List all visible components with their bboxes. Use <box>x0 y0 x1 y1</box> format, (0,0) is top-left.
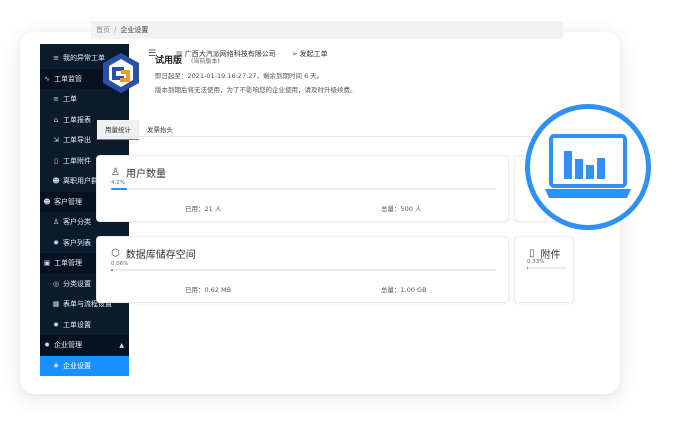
tab-divider <box>97 136 563 137</box>
send-ticket-label: 发起工单 <box>299 50 328 58</box>
users-icon: ☻ <box>52 177 60 186</box>
form-icon: ▦ <box>52 300 60 309</box>
user-count-progress <box>111 188 496 190</box>
breadcrumb-separator: / <box>114 26 117 34</box>
breadcrumb: 首页 / 企业设置 <box>91 21 563 39</box>
user-count-total: 总量：500 人 <box>381 205 422 213</box>
sidebar-label: 客户管理 <box>54 197 82 206</box>
sidebar-label: 工单设置 <box>63 320 91 329</box>
user-count-title: 用户数量 <box>125 169 166 180</box>
storage-title: 数据库储存空间 <box>125 250 196 261</box>
attachments-card: ▯ 附件 0.33% <box>514 236 574 303</box>
monitor-icon: ∿ <box>44 74 50 83</box>
company-logo <box>103 53 139 93</box>
category-icon: ◎ <box>52 279 60 288</box>
file-icon: ▯ <box>54 156 58 165</box>
storage-total: 总量：1.00 GB <box>381 286 427 294</box>
storage-progress <box>111 269 496 271</box>
cube-icon: ⬡ <box>111 248 120 259</box>
tab-bar: 用量统计 发票抬头 <box>97 120 181 140</box>
gear-icon: ✹ <box>44 341 50 350</box>
send-icon: ➢ <box>291 50 298 58</box>
user-count-percent: 4.2% <box>111 180 125 186</box>
sidebar-label: 工单导出 <box>63 136 91 145</box>
laptop-chart-icon <box>545 134 631 198</box>
list-icon: ≡ <box>53 54 59 63</box>
plan-title: 试用版 <box>155 56 183 66</box>
sidebar-label: 客户分类 <box>63 218 91 227</box>
list-icon: ≡ <box>53 95 59 104</box>
breadcrumb-home[interactable]: 首页 <box>96 25 110 35</box>
send-ticket-button[interactable]: ➢ 发起工单 <box>292 49 328 59</box>
chevron-up-icon: ▲ <box>119 341 124 349</box>
storage-header: ⬡ 数据库储存空间 <box>111 246 196 261</box>
user-icon: ♙ <box>52 218 60 227</box>
tab-invoice-title[interactable]: 发票抬头 <box>139 120 181 140</box>
sidebar-item-15[interactable]: ✹ 企业设置 <box>40 355 129 376</box>
breadcrumb-current: 企业设置 <box>120 26 149 34</box>
sidebar-label: 企业设置 <box>63 361 91 370</box>
user-icon: ♙ <box>111 167 120 178</box>
sidebar-label: 我的异常工单 <box>63 54 105 63</box>
sidebar-label: 离职用户群 <box>63 177 98 186</box>
gear-icon: ✹ <box>53 361 59 370</box>
storage-progress-fill <box>111 269 114 271</box>
sidebar-label: 工单管理 <box>54 259 82 268</box>
sidebar-label: 企业管理 <box>54 341 82 350</box>
user-count-progress-fill <box>111 188 128 190</box>
sidebar-label: 分类设置 <box>63 279 91 288</box>
gear-icon: ✹ <box>53 320 59 329</box>
gear-icon: ✹ <box>53 238 59 247</box>
sidebar-label: 工单报表 <box>63 115 91 124</box>
user-count-used: 已用：21 人 <box>185 205 222 213</box>
sidebar-label: 工单监管 <box>54 74 82 83</box>
user-count-header: ♙ 用户数量 <box>111 165 166 180</box>
home-icon: ⌂ <box>53 115 59 124</box>
sidebar-group-14[interactable]: ✹ 企业管理 ▲ <box>40 335 129 356</box>
export-icon: ⇲ <box>53 136 59 145</box>
plan-note-text: 版本到期后将无法使用，为了不影响您的企业使用，请及时升级续费。 <box>155 86 357 94</box>
attachments-percent: 0.33% <box>527 259 545 265</box>
sidebar-label: 工单附件 <box>63 156 91 165</box>
plan-expire-text: 即日起至：2021-01-19 16:27:27，剩余到期时间 6 天。 <box>155 72 324 80</box>
storage-card: ⬡ 数据库储存空间 0.06% 已用：0.62 MB 总量：1.00 GB <box>96 236 509 303</box>
sidebar-label: 工单 <box>63 95 77 104</box>
attachments-progress <box>527 267 567 269</box>
storage-used: 已用：0.62 MB <box>185 286 232 294</box>
document-icon: ▯ <box>529 248 535 259</box>
storage-percent: 0.06% <box>111 261 129 267</box>
tab-usage-stats[interactable]: 用量统计 <box>97 120 139 140</box>
sidebar-item-13[interactable]: ✹ 工单设置 <box>40 315 129 336</box>
users-icon: ☻ <box>43 197 51 206</box>
plan-tag: (当前版本) <box>191 58 220 65</box>
user-count-card: ♙ 用户数量 4.2% 已用：21 人 总量：500 人 <box>96 155 509 222</box>
laptop-chart-badge <box>525 104 651 230</box>
sidebar-label: 客户列表 <box>63 238 91 247</box>
ticket-icon: ▣ <box>43 259 51 268</box>
